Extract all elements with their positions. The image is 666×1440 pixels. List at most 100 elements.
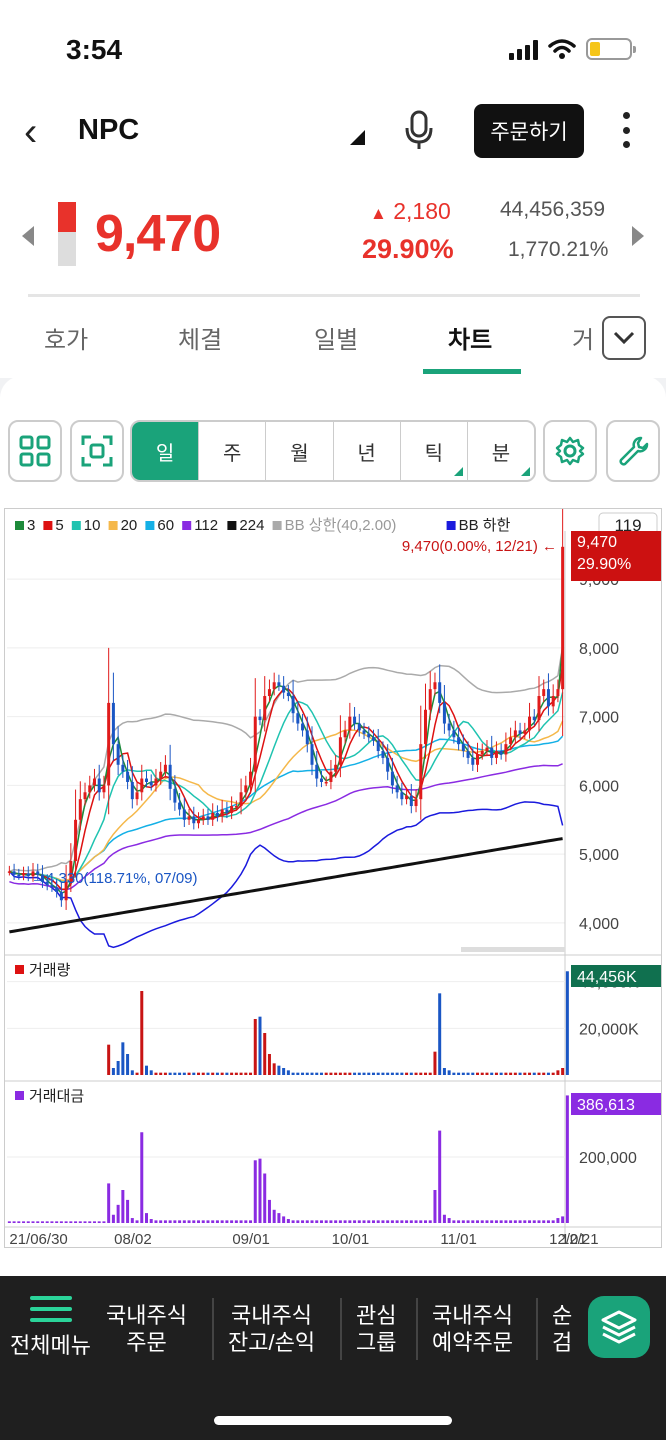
nav-all-menu[interactable]: 전체메뉴 <box>10 1332 91 1359</box>
volume-bar <box>253 1019 257 1075</box>
candle-body <box>338 737 342 765</box>
period-month[interactable]: 월 <box>266 422 334 480</box>
volume-bar <box>400 1072 404 1075</box>
nav-domestic-balance[interactable]: 국내주식 잔고/손익 <box>228 1302 315 1356</box>
grid-icon <box>19 435 51 467</box>
amount-bar <box>12 1221 16 1223</box>
amount-bar <box>50 1221 54 1223</box>
x-tick-label: 21/06/30 <box>9 1231 67 1247</box>
amount-bar <box>116 1204 120 1223</box>
volume-bar <box>485 1072 489 1075</box>
candle-body <box>310 744 314 765</box>
amount-bar <box>102 1221 106 1223</box>
amount-bar <box>267 1199 271 1223</box>
stock-dropdown-icon[interactable] <box>350 130 365 145</box>
amount-bar <box>499 1220 503 1223</box>
chart-area[interactable]: 35102060112224BB 상한(40,2.00)BB 하한119 9,0… <box>4 455 662 1248</box>
more-options-icon[interactable] <box>616 112 636 148</box>
nav-reserved-order[interactable]: 국내주식 예약주문 <box>432 1302 513 1356</box>
order-button[interactable]: 주문하기 <box>474 104 584 158</box>
period-tick[interactable]: 틱 <box>401 422 468 480</box>
nav-separator <box>536 1298 538 1360</box>
amount-bar <box>22 1221 26 1223</box>
chart-settings-button[interactable] <box>543 420 597 482</box>
candle-body <box>523 730 527 734</box>
tab-orderbook[interactable]: 호가 <box>44 320 88 355</box>
back-icon[interactable]: ‹ <box>24 112 37 152</box>
volume-bar <box>457 1072 461 1075</box>
nav-domestic-order[interactable]: 국내주식 주문 <box>106 1302 187 1356</box>
y-tick-label: 6,000 <box>579 778 619 795</box>
previous-stock-icon[interactable] <box>22 226 34 246</box>
amount-bar <box>7 1221 11 1223</box>
candle-body <box>381 751 385 758</box>
volume-bar <box>182 1072 186 1075</box>
amount-bar <box>400 1220 404 1223</box>
volume-bar <box>471 1072 475 1075</box>
volume-ratio: 1,770.21% <box>508 238 609 261</box>
volume-bar <box>532 1072 536 1075</box>
volume-tick-label: 20,000K <box>579 1021 639 1038</box>
candle-body <box>102 785 106 793</box>
volume-bar <box>433 1051 437 1075</box>
status-bar: 3:54 <box>0 0 666 100</box>
layers-icon <box>601 1310 637 1344</box>
amount-bar <box>55 1221 59 1223</box>
y-tick-label: 4,000 <box>579 916 619 933</box>
price-chart[interactable]: 35102060112224BB 상한(40,2.00)BB 하한119 9,0… <box>5 455 661 1248</box>
volume-bar <box>192 1072 196 1075</box>
tab-expand-button[interactable] <box>602 316 646 360</box>
amount-label: 거래대금 <box>29 1088 84 1105</box>
tab-trades[interactable]: 체결 <box>178 320 222 355</box>
volume-bar <box>291 1072 295 1075</box>
candle-body <box>258 716 262 721</box>
y-tick-label: 5,000 <box>579 847 619 864</box>
quote-panel: 9,470 ▲ 2,180 29.90% 44,456,359 1,770.21… <box>0 168 666 298</box>
volume-legend-swatch <box>15 965 24 974</box>
amount-bar <box>244 1220 248 1223</box>
fullscreen-button[interactable] <box>70 420 124 482</box>
microphone-icon[interactable] <box>402 110 436 150</box>
candle-body <box>528 716 532 731</box>
period-minute[interactable]: 분 <box>468 422 534 480</box>
period-week[interactable]: 주 <box>199 422 267 480</box>
amount-bar <box>395 1220 399 1223</box>
amount-bar <box>197 1220 201 1223</box>
candle-body <box>78 799 82 820</box>
layers-button[interactable] <box>588 1296 650 1358</box>
volume-bar <box>154 1072 158 1075</box>
volume-bar <box>130 1070 134 1075</box>
chevron-down-icon <box>613 331 635 345</box>
y-tick-label: 8,000 <box>579 641 619 658</box>
candle-body <box>74 819 78 862</box>
tab-daily[interactable]: 일별 <box>314 320 358 355</box>
amount-bar <box>69 1221 73 1223</box>
amount-bar <box>277 1213 281 1223</box>
chart-tools-button[interactable] <box>606 420 660 482</box>
candle-body <box>551 696 555 707</box>
candle-body <box>348 716 352 731</box>
menu-icon[interactable] <box>30 1296 72 1322</box>
nav-watchlist-group[interactable]: 관심 그룹 <box>356 1302 396 1356</box>
period-year[interactable]: 년 <box>334 422 401 480</box>
x-tick-label: 11/01 <box>440 1231 476 1247</box>
legend-label: 20 <box>121 517 138 534</box>
volume-label: 거래량 <box>29 962 71 979</box>
layout-grid-button[interactable] <box>8 420 62 482</box>
amount-bar <box>140 1132 144 1223</box>
next-stock-icon[interactable] <box>632 226 644 246</box>
period-day[interactable]: 일 <box>132 422 200 480</box>
stock-name[interactable]: NPC <box>78 114 139 147</box>
amount-bar <box>561 1216 565 1223</box>
tab-chart[interactable]: 차트 <box>448 320 492 355</box>
amount-tick-label: 200,000 <box>579 1150 637 1167</box>
candle-body <box>315 764 319 779</box>
low-annotation: →4,330(118.71%, 07/09) <box>31 870 198 887</box>
amount-bar <box>371 1220 375 1223</box>
candle-body <box>513 730 517 738</box>
nav-partial-item[interactable]: 순검 <box>552 1302 572 1356</box>
amount-bar <box>490 1220 494 1223</box>
volume-bar <box>476 1072 480 1075</box>
volume-bar <box>348 1072 352 1075</box>
tab-more-partial[interactable]: 거 <box>572 320 594 355</box>
